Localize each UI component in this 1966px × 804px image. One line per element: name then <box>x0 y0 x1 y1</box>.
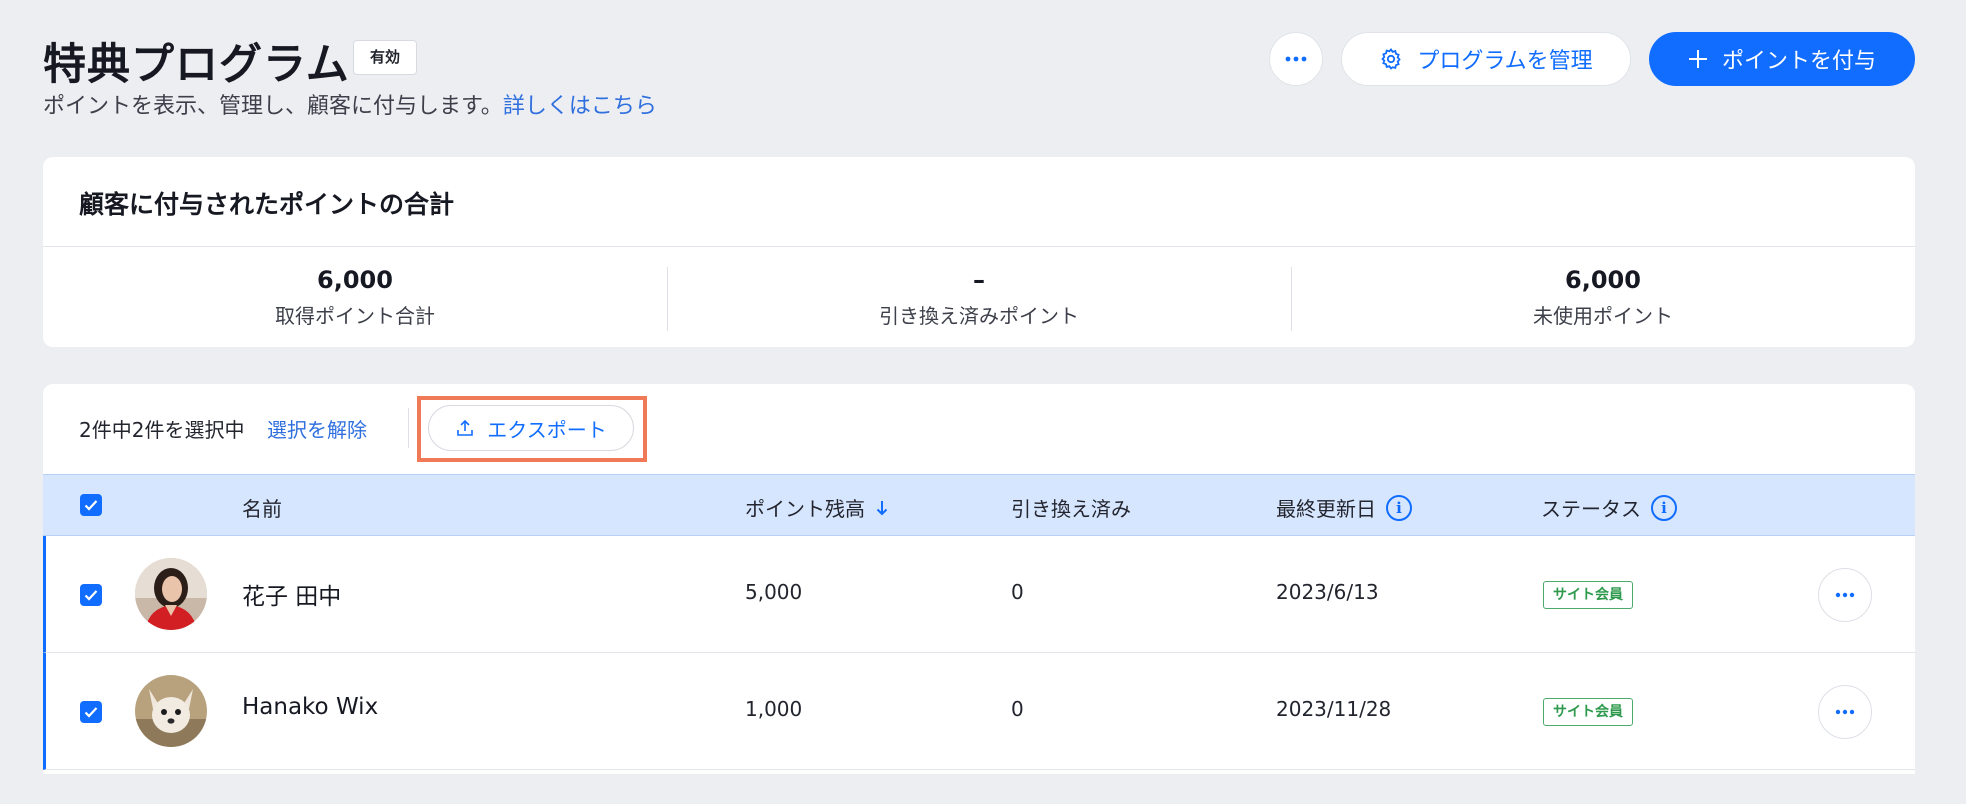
column-header-label: 最終更新日 <box>1276 497 1376 521</box>
points-redeemed: 0 <box>1011 697 1024 721</box>
selection-count: 2件中2件を選択中 <box>79 418 245 442</box>
points-balance: 5,000 <box>745 580 803 604</box>
stat-label: 未使用ポイント <box>1533 304 1673 328</box>
info-icon[interactable]: i <box>1386 494 1412 521</box>
select-all-checkbox[interactable] <box>80 494 102 516</box>
member-name[interactable]: 花子 田中 <box>242 577 341 611</box>
members-table-card: 2件中2件を選択中 選択を解除 エクスポート 名前 ポイント残高 引き換え済み … <box>43 384 1915 774</box>
check-icon <box>84 707 98 718</box>
stat-value: 6,000 <box>317 266 393 294</box>
clear-selection-link[interactable]: 選択を解除 <box>267 414 367 443</box>
points-redeemed: 0 <box>1011 580 1024 604</box>
row-actions-button[interactable] <box>1818 568 1872 622</box>
stat-redeemed: – 引き換え済みポイント <box>667 246 1291 347</box>
sort-descending-icon <box>876 500 888 515</box>
member-status-badge: サイト会員 <box>1543 581 1633 609</box>
ellipsis-icon <box>1285 56 1307 62</box>
last-updated-date: 2023/6/13 <box>1276 580 1379 604</box>
column-header-label: 名前 <box>242 497 282 521</box>
stat-total-earned: 6,000 取得ポイント合計 <box>43 246 667 347</box>
column-header-name[interactable]: 名前 <box>242 493 282 522</box>
row-actions-button[interactable] <box>1818 685 1872 739</box>
points-balance: 1,000 <box>745 697 803 721</box>
table-row[interactable]: Hanako Wix 1,000 0 2023/11/28 サイト会員 <box>43 653 1915 770</box>
plus-icon <box>1688 50 1707 68</box>
stat-value: 6,000 <box>1565 266 1641 294</box>
row-checkbox[interactable] <box>80 701 102 723</box>
last-updated-date: 2023/11/28 <box>1276 697 1392 721</box>
ellipsis-icon <box>1835 592 1855 598</box>
export-label: エクスポート <box>487 417 607 442</box>
manage-program-button[interactable]: プログラムを管理 <box>1341 32 1631 86</box>
summary-title: 顧客に付与されたポイントの合計 <box>79 190 455 219</box>
stat-label: 引き換え済みポイント <box>879 304 1079 328</box>
column-header-label: 引き換え済み <box>1011 497 1131 521</box>
gear-icon <box>1381 48 1402 70</box>
page-title: 特典プログラム <box>43 40 350 90</box>
table-row[interactable]: 花子 田中 5,000 0 2023/6/13 サイト会員 <box>43 536 1915 653</box>
table-header: 名前 ポイント残高 引き換え済み 最終更新日 i ステータス i <box>43 474 1915 536</box>
manage-program-label: プログラムを管理 <box>1417 49 1593 74</box>
member-status-badge: サイト会員 <box>1543 698 1633 726</box>
info-icon[interactable]: i <box>1651 494 1677 521</box>
upload-icon <box>457 419 474 436</box>
column-header-label: ステータス <box>1541 497 1641 521</box>
status-badge: 有効 <box>353 40 418 75</box>
column-header-balance[interactable]: ポイント残高 <box>745 493 889 522</box>
column-header-redeemed[interactable]: 引き換え済み <box>1011 493 1131 522</box>
learn-more-link[interactable]: 詳しくはこちら <box>503 94 657 119</box>
award-points-label: ポイントを付与 <box>1721 49 1876 74</box>
more-actions-button[interactable] <box>1269 32 1323 86</box>
row-checkbox[interactable] <box>80 584 102 606</box>
ellipsis-icon <box>1835 709 1855 715</box>
check-icon <box>84 590 98 601</box>
stat-unused: 6,000 未使用ポイント <box>1291 246 1915 347</box>
stat-label: 取得ポイント合計 <box>275 304 435 328</box>
avatar <box>135 675 207 747</box>
subtitle-text: ポイントを表示、管理し、顧客に付与します。 <box>43 94 503 119</box>
export-button[interactable]: エクスポート <box>428 405 634 451</box>
avatar <box>135 558 207 630</box>
check-icon <box>84 500 98 511</box>
points-summary-card: 顧客に付与されたポイントの合計 6,000 取得ポイント合計 – 引き換え済みポ… <box>43 157 1915 347</box>
column-header-label: ポイント残高 <box>745 497 865 521</box>
toolbar-divider <box>408 408 409 448</box>
column-header-last-updated[interactable]: 最終更新日 i <box>1276 493 1412 522</box>
award-points-button[interactable]: ポイントを付与 <box>1649 32 1915 86</box>
column-header-status[interactable]: ステータス i <box>1541 493 1677 522</box>
page-subtitle: ポイントを表示、管理し、顧客に付与します。詳しくはこちら <box>43 88 657 120</box>
member-name[interactable]: Hanako Wix <box>242 694 378 720</box>
stat-value: – <box>973 266 985 294</box>
